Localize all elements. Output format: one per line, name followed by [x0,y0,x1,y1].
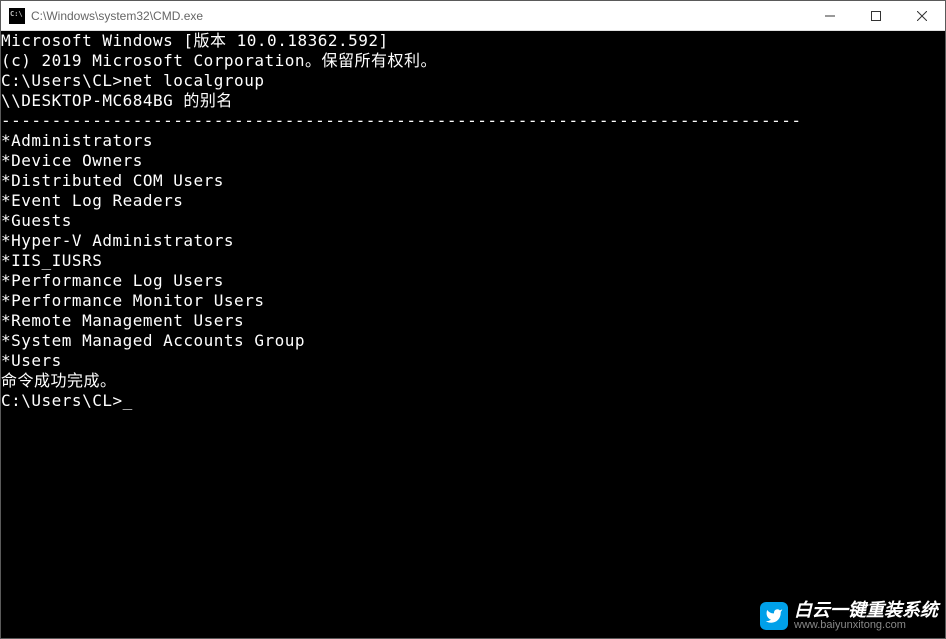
watermark-sub: www.baiyunxitong.com [794,619,938,631]
group-line: *Performance Monitor Users [1,291,945,311]
cursor: _ [123,391,133,410]
success-line: 命令成功完成。 [1,371,945,391]
prompt-path: C:\Users\CL> [1,391,123,410]
group-line: *Performance Log Users [1,271,945,291]
group-line: *Event Log Readers [1,191,945,211]
watermark-bird-icon [760,602,788,630]
group-line: *Administrators [1,131,945,151]
close-button[interactable] [899,1,945,30]
close-icon [917,11,927,21]
copyright-line: (c) 2019 Microsoft Corporation。保留所有权利。 [1,51,945,71]
group-line: *Guests [1,211,945,231]
group-line: *Distributed COM Users [1,171,945,191]
watermark: 白云一键重装系统 www.baiyunxitong.com [760,601,938,631]
maximize-button[interactable] [853,1,899,30]
alias-line: \\DESKTOP-MC684BG 的别名 [1,91,945,111]
cmd-icon [9,8,25,24]
prompt-path: C:\Users\CL> [1,71,123,90]
minimize-icon [825,11,835,21]
cmd-window: C:\Windows\system32\CMD.exe Microsoft Wi… [0,0,946,639]
maximize-icon [871,11,881,21]
divider-line: ----------------------------------------… [1,111,945,131]
group-line: *System Managed Accounts Group [1,331,945,351]
group-line: *Users [1,351,945,371]
prompt-line: C:\Users\CL>net localgroup [1,71,945,91]
group-line: *Remote Management Users [1,311,945,331]
titlebar[interactable]: C:\Windows\system32\CMD.exe [1,1,945,31]
group-line: *Device Owners [1,151,945,171]
group-line: *Hyper-V Administrators [1,231,945,251]
minimize-button[interactable] [807,1,853,30]
prompt-line[interactable]: C:\Users\CL>_ [1,391,945,411]
version-line: Microsoft Windows [版本 10.0.18362.592] [1,31,945,51]
watermark-text: 白云一键重装系统 www.baiyunxitong.com [794,601,938,631]
terminal-output[interactable]: Microsoft Windows [版本 10.0.18362.592](c)… [1,31,945,638]
window-controls [807,1,945,30]
group-line: *IIS_IUSRS [1,251,945,271]
window-title: C:\Windows\system32\CMD.exe [31,9,203,23]
prompt-command: net localgroup [123,71,265,90]
